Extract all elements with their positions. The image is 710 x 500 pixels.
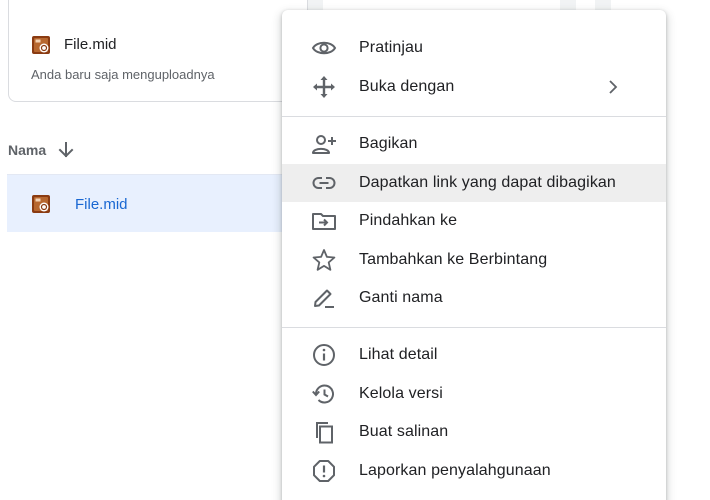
menu-item-share[interactable]: Bagikan	[282, 125, 666, 163]
menu-item-rename[interactable]: Ganti nama	[282, 279, 666, 317]
menu-item-make-copy[interactable]: Buat salinan	[282, 413, 666, 451]
list-header[interactable]: Nama	[8, 139, 74, 161]
move-arrows-icon	[311, 75, 337, 99]
menu-item-get-link[interactable]: Dapatkan link yang dapat dibagikan	[282, 164, 666, 202]
context-menu: Pratinjau Buka dengan Bagikan Dapatkan l…	[282, 10, 666, 500]
copy-icon	[311, 420, 337, 444]
eye-icon	[311, 36, 337, 60]
menu-item-label: Dapatkan link yang dapat dibagikan	[359, 174, 616, 191]
drive-window: File.mid Anda baru saja menguploadnya Na…	[0, 0, 710, 500]
chevron-right-icon	[608, 80, 618, 94]
name-column-header[interactable]: Nama	[8, 142, 46, 158]
menu-divider	[282, 327, 666, 328]
menu-item-label: Lihat detail	[359, 346, 438, 363]
person-add-icon	[311, 132, 337, 156]
menu-item-report-abuse[interactable]: Laporkan penyalahgunaan	[282, 452, 666, 490]
arrow-down-icon[interactable]	[58, 141, 74, 159]
menu-item-add-starred[interactable]: Tambahkan ke Berbintang	[282, 241, 666, 279]
file-row-selected[interactable]: File.mid	[7, 174, 307, 232]
menu-item-move-to[interactable]: Pindahkan ke	[282, 202, 666, 240]
menu-item-label: Pratinjau	[359, 39, 424, 56]
menu-item-open-with[interactable]: Buka dengan	[282, 68, 666, 106]
suggested-file-card[interactable]: File.mid Anda baru saja menguploadnya	[8, 0, 308, 102]
info-icon	[311, 343, 337, 367]
menu-item-label: Ganti nama	[359, 289, 443, 306]
link-icon	[311, 171, 337, 195]
menu-item-manage-versions[interactable]: Kelola versi	[282, 375, 666, 413]
history-icon	[311, 382, 337, 406]
menu-item-label: Kelola versi	[359, 385, 443, 402]
suggested-file-name: File.mid	[64, 36, 117, 53]
menu-item-preview[interactable]: Pratinjau	[282, 29, 666, 67]
report-icon	[311, 459, 337, 483]
menu-item-label: Laporkan penyalahgunaan	[359, 462, 551, 479]
file-row-name[interactable]: File.mid	[75, 196, 128, 213]
menu-item-label: Pindahkan ke	[359, 212, 458, 229]
midi-file-icon	[32, 36, 50, 54]
menu-item-label: Bagikan	[359, 135, 418, 152]
menu-item-label: Buka dengan	[359, 78, 455, 95]
menu-item-view-details[interactable]: Lihat detail	[282, 336, 666, 374]
menu-item-label: Tambahkan ke Berbintang	[359, 251, 548, 268]
pencil-icon	[311, 286, 337, 310]
midi-file-icon	[32, 195, 50, 213]
star-icon	[311, 248, 337, 272]
menu-item-label: Buat salinan	[359, 423, 449, 440]
suggested-file-subtitle: Anda baru saja menguploadnya	[31, 67, 215, 82]
menu-divider	[282, 116, 666, 117]
folder-move-icon	[311, 209, 337, 233]
